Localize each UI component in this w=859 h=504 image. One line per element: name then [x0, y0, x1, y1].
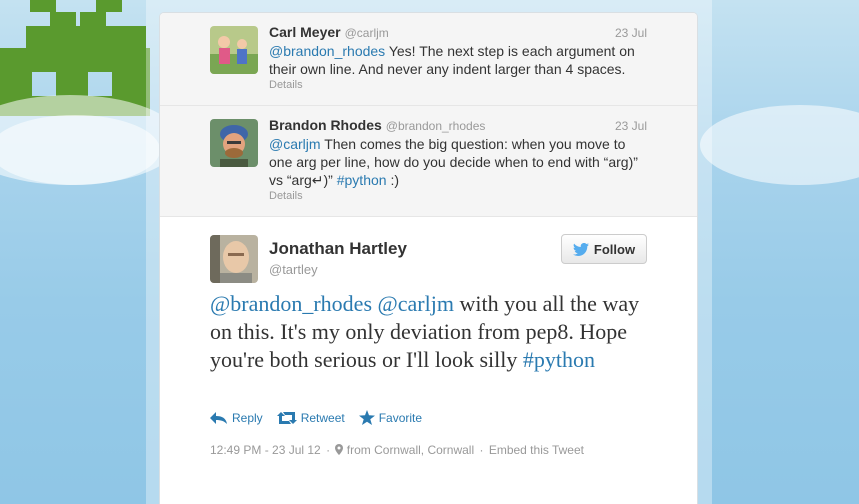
reply-icon — [210, 411, 227, 424]
reply-username[interactable]: @carljm — [345, 26, 389, 40]
main-tweet: Jonathan Hartley @tartley Follow @brando… — [160, 217, 697, 504]
location-pin-icon — [335, 444, 344, 455]
details-link[interactable]: Details — [269, 79, 647, 91]
cloud-decoration — [700, 105, 859, 185]
tweet-conversation-card: Carl Meyer @carljm 23 Jul @brandon_rhode… — [159, 12, 698, 504]
hashtag-link[interactable]: #python — [523, 347, 595, 372]
mention-link[interactable]: @carljm — [269, 136, 321, 152]
reply-username[interactable]: @brandon_rhodes — [386, 119, 486, 133]
reply-button[interactable]: Reply — [210, 410, 263, 425]
reply-fullname[interactable]: Carl Meyer — [269, 24, 341, 40]
mention-link[interactable]: @brandon_rhodes — [210, 291, 372, 316]
twitter-bird-icon — [572, 242, 589, 256]
tweet-actions: Reply Retweet Favorite — [210, 410, 422, 425]
mention-link[interactable]: @carljm — [378, 291, 454, 316]
favorite-button[interactable]: Favorite — [358, 410, 422, 425]
embed-tweet-link[interactable]: Embed this Tweet — [489, 443, 584, 457]
reply-tweet[interactable]: Carl Meyer @carljm 23 Jul @brandon_rhode… — [160, 13, 697, 106]
tweet-timestamp[interactable]: 12:49 PM - 23 Jul 12 — [210, 443, 321, 457]
favorite-star-icon — [358, 410, 375, 425]
details-link[interactable]: Details — [269, 190, 647, 202]
follow-button[interactable]: Follow — [561, 234, 647, 264]
retweet-button[interactable]: Retweet — [276, 410, 345, 425]
tweet-location[interactable]: from Cornwall, Cornwall — [347, 443, 474, 457]
tweet-metadata: 12:49 PM - 23 Jul 12 · from Cornwall, Co… — [210, 443, 584, 457]
reply-text: @carljm Then comes the big question: whe… — [269, 136, 638, 188]
reply-text: @brandon_rhodes Yes! The next step is ea… — [269, 43, 635, 77]
avatar[interactable] — [210, 235, 258, 283]
mention-link[interactable]: @brandon_rhodes — [269, 43, 385, 59]
hashtag-link[interactable]: #python — [337, 172, 387, 188]
reply-tweet[interactable]: Brandon Rhodes @brandon_rhodes 23 Jul @c… — [160, 106, 697, 217]
tweet-text: @brandon_rhodes @carljm with you all the… — [210, 291, 640, 372]
reply-fullname[interactable]: Brandon Rhodes — [269, 117, 382, 133]
follow-label: Follow — [593, 241, 636, 257]
avatar[interactable] — [210, 119, 258, 167]
author-username[interactable]: @tartley — [269, 262, 318, 277]
reply-time[interactable]: 23 Jul — [615, 26, 647, 40]
retweet-icon — [276, 411, 297, 424]
reply-time[interactable]: 23 Jul — [615, 119, 647, 133]
avatar[interactable] — [210, 26, 258, 74]
author-fullname[interactable]: Jonathan Hartley — [269, 239, 407, 259]
